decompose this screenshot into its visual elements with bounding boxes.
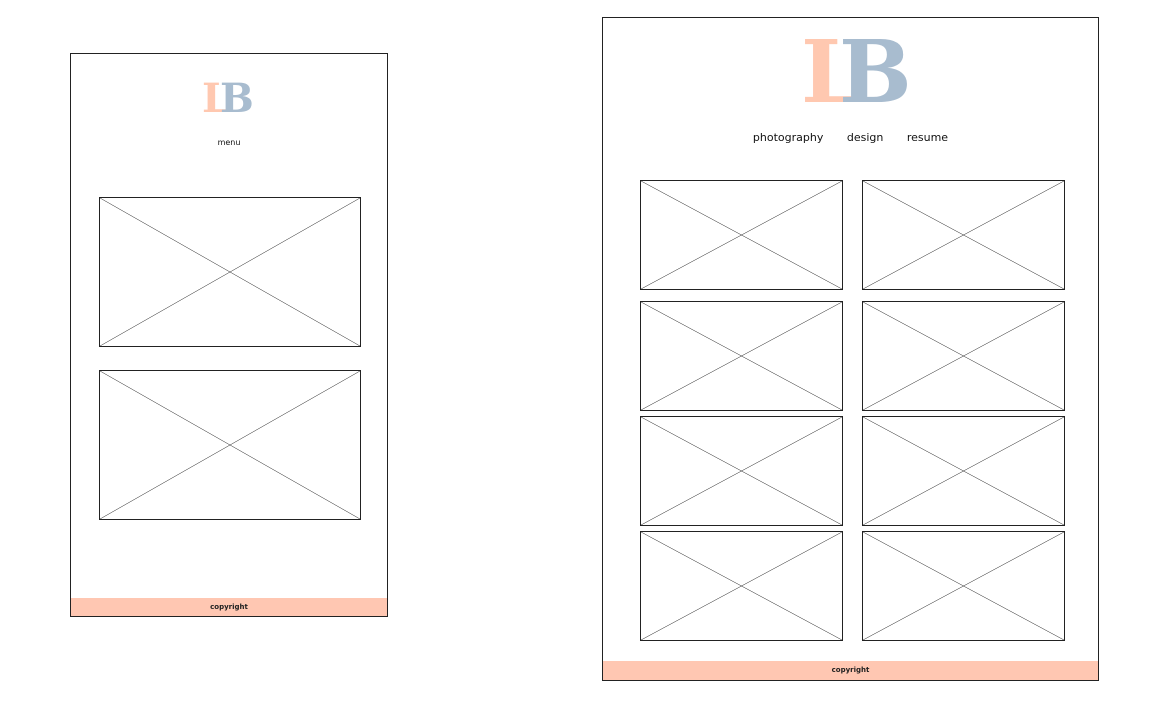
nav-photography[interactable]: photography: [753, 131, 823, 144]
footer-copyright: copyright: [831, 666, 870, 674]
placeholder-cross-icon: [863, 181, 1064, 289]
placeholder-cross-icon: [641, 302, 842, 410]
image-placeholder[interactable]: [862, 301, 1065, 411]
footer: copyright: [71, 598, 387, 616]
placeholder-cross-icon: [100, 198, 360, 346]
image-placeholder[interactable]: [640, 180, 843, 290]
footer: copyright: [603, 661, 1098, 680]
placeholder-cross-icon: [863, 302, 1064, 410]
placeholder-cross-icon: [863, 417, 1064, 525]
placeholder-cross-icon: [100, 371, 360, 519]
placeholder-cross-icon: [641, 417, 842, 525]
placeholder-cross-icon: [641, 181, 842, 289]
main-nav: photography design resume: [603, 131, 1098, 144]
image-placeholder[interactable]: [862, 416, 1065, 526]
image-placeholder[interactable]: [640, 531, 843, 641]
footer-copyright: copyright: [210, 603, 248, 611]
menu-link[interactable]: menu: [71, 138, 387, 147]
image-placeholder[interactable]: [862, 531, 1065, 641]
logo[interactable]: L B: [801, 30, 912, 116]
logo-letter-b: B: [839, 22, 912, 123]
image-placeholder[interactable]: [862, 180, 1065, 290]
nav-design[interactable]: design: [847, 131, 884, 144]
nav-resume[interactable]: resume: [907, 131, 948, 144]
mobile-wireframe: L B menu copyright: [70, 53, 388, 617]
image-placeholder[interactable]: [99, 197, 361, 347]
logo[interactable]: L B: [202, 79, 262, 119]
image-placeholder[interactable]: [99, 370, 361, 520]
desktop-wireframe: L B photography design resume copyright: [602, 17, 1099, 681]
image-placeholder[interactable]: [640, 416, 843, 526]
placeholder-cross-icon: [641, 532, 842, 640]
logo-letter-b: B: [220, 75, 254, 122]
image-placeholder[interactable]: [640, 301, 843, 411]
placeholder-cross-icon: [863, 532, 1064, 640]
